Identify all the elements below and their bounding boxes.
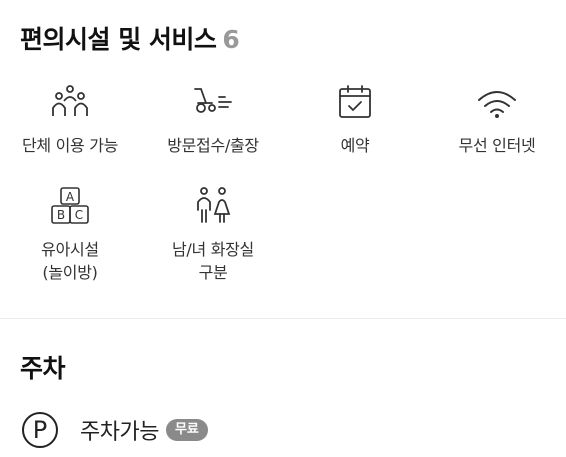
parking-info: P 주차가능 무료	[22, 410, 208, 450]
delivery-scooter-icon	[194, 88, 232, 113]
amenities-title-text: 편의시설 및 서비스	[20, 25, 217, 54]
abc-blocks-icon: A B C	[51, 187, 89, 224]
amenity-reservation: 예약	[285, 84, 425, 157]
free-badge: 무료	[165, 419, 208, 441]
amenity-label: 남/녀 화장실 구분	[172, 240, 254, 282]
svg-text:B: B	[57, 208, 65, 222]
parking-p-icon: P	[22, 412, 58, 448]
calendar-check-icon	[339, 85, 371, 118]
parking-available-label: 주차가능	[80, 420, 159, 445]
amenity-wifi: 무선 인터넷	[427, 84, 566, 157]
amenity-kids-facility: A B C 유아시설 (놀이방)	[0, 186, 140, 284]
amenity-label: 예약	[340, 136, 370, 155]
parking-icon-letter: P	[32, 416, 48, 444]
amenity-visit-service: 방문접수/출장	[143, 84, 283, 157]
section-divider	[0, 318, 566, 319]
amenity-label: 무선 인터넷	[458, 136, 536, 155]
group-people-icon	[52, 85, 88, 116]
amenity-label: 방문접수/출장	[167, 136, 259, 155]
amenities-count: 6	[222, 25, 240, 54]
parking-title: 주차	[20, 354, 66, 383]
svg-text:C: C	[75, 208, 83, 222]
amenity-restroom: 남/녀 화장실 구분	[143, 186, 283, 284]
restroom-icon	[197, 187, 231, 223]
amenities-title: 편의시설 및 서비스 6	[20, 20, 240, 56]
wifi-icon	[478, 91, 516, 118]
amenity-group-use: 단체 이용 가능	[0, 84, 140, 157]
amenity-label: 유아시설 (놀이방)	[41, 240, 99, 282]
amenity-label: 단체 이용 가능	[21, 136, 119, 155]
svg-text:A: A	[66, 190, 75, 204]
